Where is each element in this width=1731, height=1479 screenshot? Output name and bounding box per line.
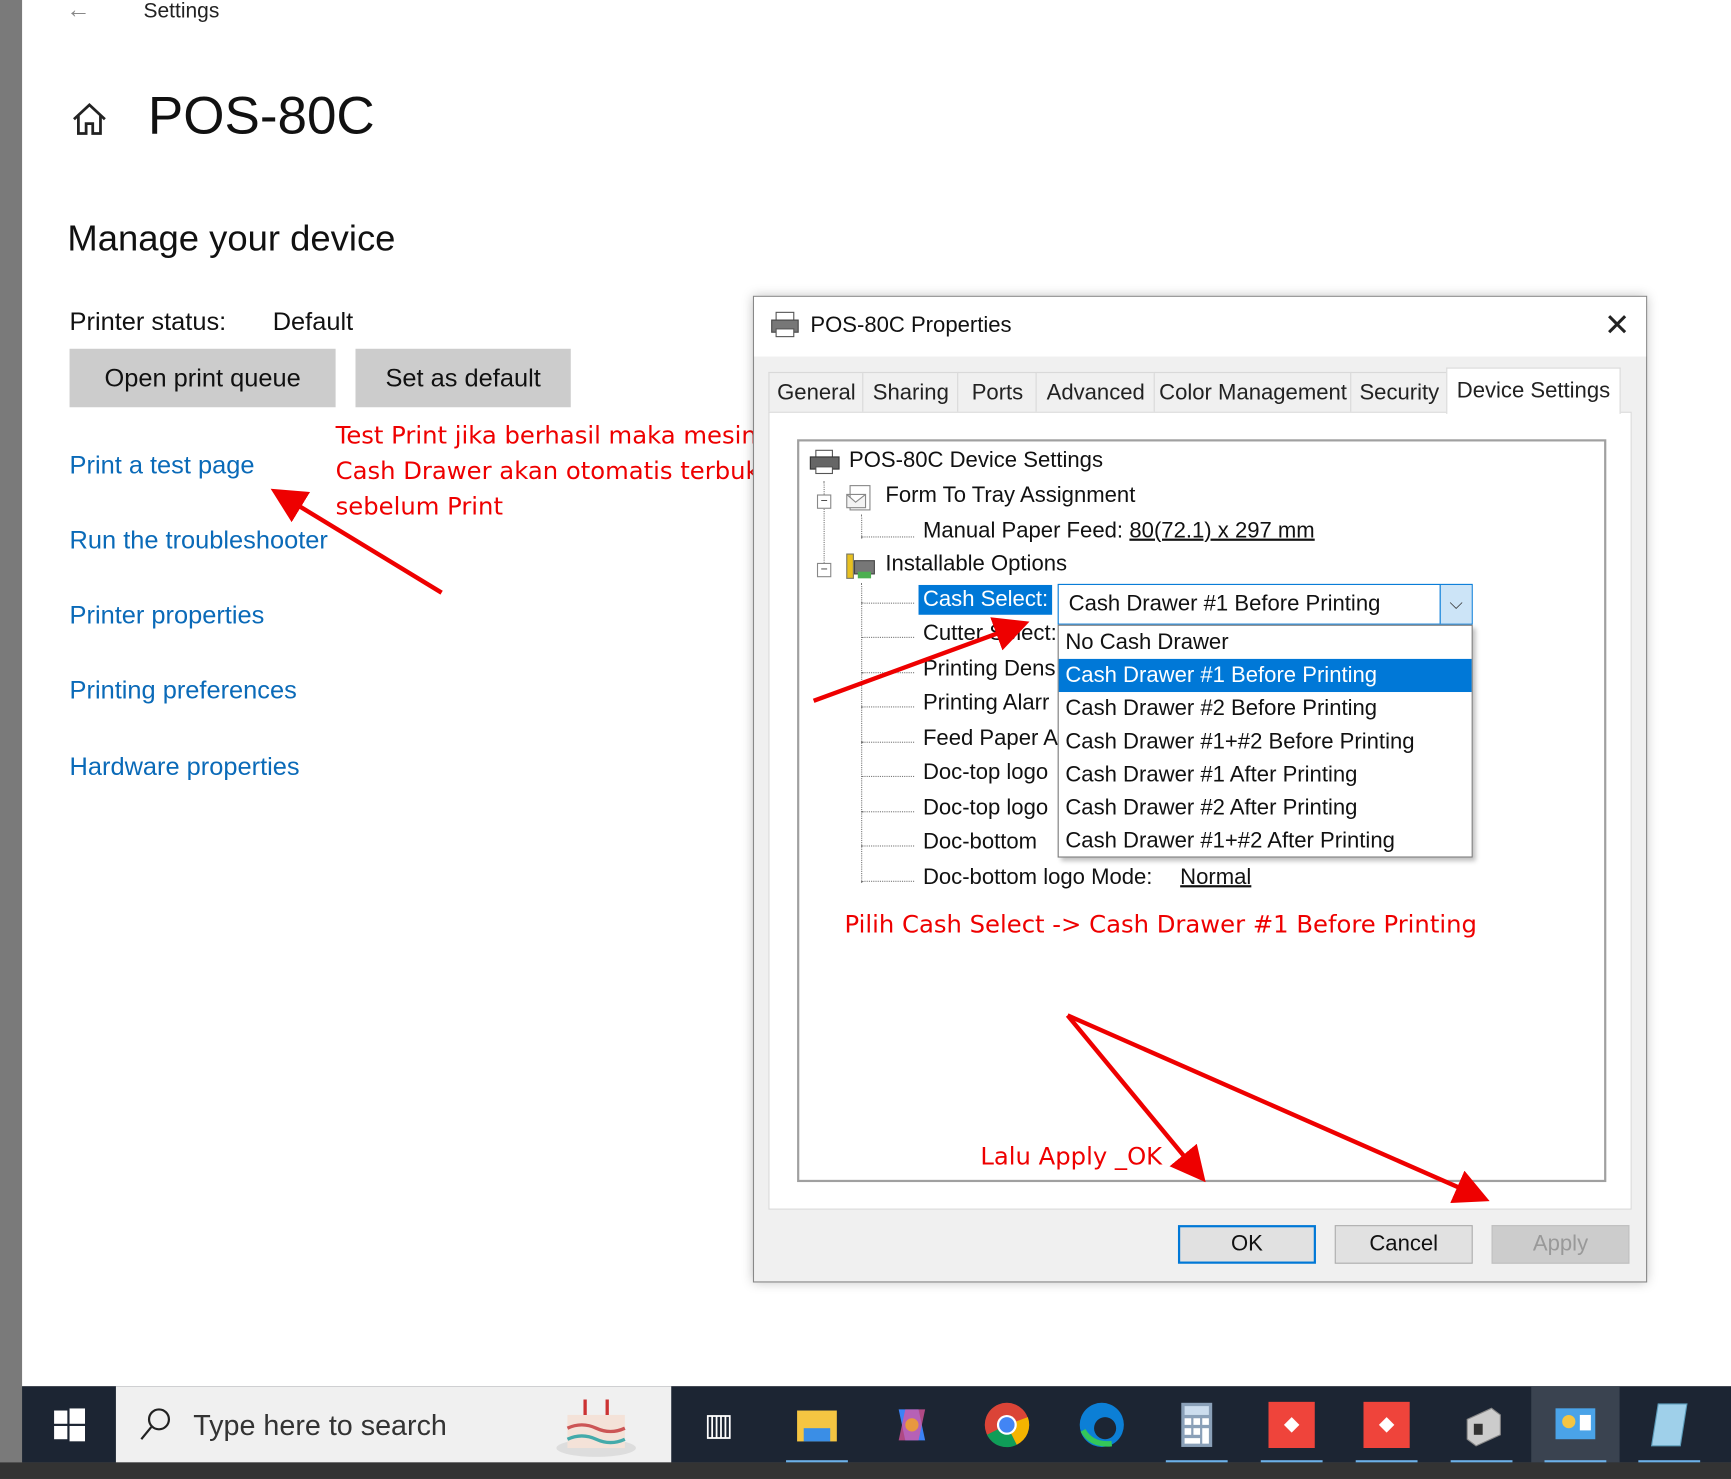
feed-paper-label[interactable]: Feed Paper A <box>923 726 1058 751</box>
calculator-button[interactable] <box>1153 1386 1241 1463</box>
annotation-test-print-1: Test Print jika berhasil maka mesin <box>335 422 757 451</box>
annotation-apply-ok: Lalu Apply _OK <box>980 1143 1163 1172</box>
taskbar: Type here to search ▥ <box>22 1386 1731 1463</box>
set-as-default-button[interactable]: Set as default <box>355 348 571 408</box>
tab-ports[interactable]: Ports <box>957 371 1038 413</box>
birthday-cake-icon <box>556 1399 636 1457</box>
doc-bottom-logo-mode-label[interactable]: Doc-bottom logo Mode: <box>923 865 1153 890</box>
tab-general[interactable]: General <box>768 371 865 413</box>
printer-status-label: Printer status: <box>69 306 227 336</box>
doc-top-logo-label-2[interactable]: Doc-top logo <box>923 796 1048 821</box>
open-print-queue-button[interactable]: Open print queue <box>69 348 336 408</box>
bottom-edge <box>0 1462 1731 1479</box>
option-drawer1-after[interactable]: Cash Drawer #1 After Printing <box>1059 758 1472 791</box>
cash-select-label[interactable]: Cash Select: <box>918 584 1053 615</box>
option-no-cash-drawer[interactable]: No Cash Drawer <box>1059 626 1472 659</box>
tab-color-management[interactable]: Color Management <box>1153 371 1353 413</box>
printer-app-button[interactable] <box>1437 1386 1525 1463</box>
search-placeholder: Type here to search <box>193 1408 447 1442</box>
cash-select-value: Cash Drawer #1 Before Printing <box>1068 591 1381 616</box>
collapse-icon[interactable]: − <box>816 494 832 509</box>
tree-installable-options[interactable]: Installable Options <box>885 552 1067 577</box>
chevron-down-icon[interactable]: ⌵ <box>1439 584 1472 624</box>
run-troubleshooter-link[interactable]: Run the troubleshooter <box>70 525 328 555</box>
hardware-properties-link[interactable]: Hardware properties <box>70 752 300 782</box>
tree-root[interactable]: POS-80C Device Settings <box>849 448 1103 473</box>
control-panel-button[interactable] <box>1531 1386 1620 1463</box>
properties-dialog: POS-80C Properties ✕ General Sharing Por… <box>752 295 1648 1283</box>
home-icon[interactable] <box>71 102 109 137</box>
chrome-icon <box>984 1402 1030 1447</box>
option-drawer1-before[interactable]: Cash Drawer #1 Before Printing <box>1058 658 1472 693</box>
print-test-page-link[interactable]: Print a test page <box>70 450 255 480</box>
search-icon <box>140 1408 171 1440</box>
printer-app-icon <box>1466 1407 1501 1446</box>
calculator-icon <box>1181 1402 1213 1447</box>
back-arrow-icon[interactable]: ← <box>66 0 90 24</box>
notepad-button[interactable] <box>1625 1386 1713 1463</box>
annotation-test-print-2: Cash Drawer akan otomatis terbuka <box>335 458 775 486</box>
cash-select-dropdown[interactable]: Cash Drawer #1 Before Printing ⌵ <box>1057 583 1473 625</box>
option-drawer12-after[interactable]: Cash Drawer #1+#2 After Printing <box>1059 824 1472 857</box>
section-heading: Manage your device <box>67 217 396 259</box>
apply-button[interactable]: Apply <box>1491 1225 1630 1264</box>
tab-device-settings[interactable]: Device Settings <box>1446 367 1621 414</box>
cutter-select-label[interactable]: Cutter Select: <box>923 621 1057 646</box>
tab-security[interactable]: Security <box>1350 371 1449 413</box>
anydesk-button[interactable] <box>1248 1386 1336 1463</box>
tab-advanced[interactable]: Advanced <box>1035 371 1156 413</box>
dialog-titlebar[interactable]: POS-80C Properties ✕ <box>754 296 1647 357</box>
printer-icon <box>809 449 840 475</box>
anydesk-icon <box>1363 1401 1410 1448</box>
doc-bottom-logo-mode-value[interactable]: Normal <box>1180 865 1251 890</box>
manual-paper-feed-value[interactable]: 80(72.1) x 297 mm <box>1129 519 1314 544</box>
task-view-icon: ▥ <box>704 1407 734 1442</box>
option-drawer2-before[interactable]: Cash Drawer #2 Before Printing <box>1059 692 1472 725</box>
edge-button[interactable] <box>1058 1386 1146 1462</box>
ok-button[interactable]: OK <box>1177 1225 1316 1264</box>
anydesk-icon <box>1268 1401 1315 1448</box>
page-title: POS-80C <box>147 87 375 146</box>
doc-bottom-label[interactable]: Doc-bottom <box>923 830 1037 855</box>
collapse-icon[interactable]: − <box>816 562 832 578</box>
installable-options-icon <box>846 553 875 579</box>
notepad-icon <box>1650 1402 1688 1446</box>
dialog-title: POS-80C Properties <box>810 313 1012 338</box>
task-view-button[interactable]: ▥ <box>675 1386 763 1462</box>
printing-alarm-label[interactable]: Printing Alarr <box>923 691 1049 716</box>
option-drawer12-before[interactable]: Cash Drawer #1+#2 Before Printing <box>1059 725 1472 758</box>
folder-icon <box>797 1409 837 1441</box>
annotation-cash-select: Pilih Cash Select -> Cash Drawer #1 Befo… <box>844 911 1477 940</box>
cash-select-options-list: No Cash Drawer Cash Drawer #1 Before Pri… <box>1057 624 1473 858</box>
printer-status-value: Default <box>272 306 354 336</box>
copilot-button[interactable] <box>868 1386 956 1462</box>
printing-density-label[interactable]: Printing Dens <box>923 657 1056 682</box>
option-drawer2-after[interactable]: Cash Drawer #2 After Printing <box>1059 791 1472 824</box>
device-settings-tree: POS-80C Device Settings − Form To Tray A… <box>797 439 1607 1183</box>
cancel-button[interactable]: Cancel <box>1334 1225 1473 1264</box>
screen: ← Settings POS-80C Manage your device Pr… <box>0 0 1731 1479</box>
close-icon[interactable]: ✕ <box>1604 307 1630 343</box>
windows-icon <box>53 1407 85 1441</box>
printer-icon <box>771 311 799 338</box>
printing-preferences-link[interactable]: Printing preferences <box>70 675 297 705</box>
doc-top-logo-label[interactable]: Doc-top logo <box>923 760 1048 785</box>
tab-panel: POS-80C Device Settings − Form To Tray A… <box>768 411 1632 1210</box>
tree-form-tray[interactable]: Form To Tray Assignment <box>885 483 1135 508</box>
search-box[interactable]: Type here to search <box>115 1386 672 1463</box>
annotation-test-print-3: sebelum Print <box>335 493 503 521</box>
window-title: Settings <box>143 0 220 24</box>
anydesk-button-2[interactable] <box>1342 1386 1430 1463</box>
tab-sharing[interactable]: Sharing <box>862 371 960 413</box>
chrome-button[interactable] <box>963 1386 1051 1462</box>
control-panel-icon <box>1555 1407 1596 1439</box>
manual-paper-feed-label[interactable]: Manual Paper Feed: <box>923 519 1123 544</box>
edge-icon <box>1079 1402 1124 1447</box>
copilot-icon <box>898 1408 926 1440</box>
form-tray-icon <box>846 485 871 511</box>
printer-properties-link[interactable]: Printer properties <box>70 600 265 630</box>
start-button[interactable] <box>22 1386 116 1462</box>
file-explorer-button[interactable] <box>773 1386 861 1463</box>
